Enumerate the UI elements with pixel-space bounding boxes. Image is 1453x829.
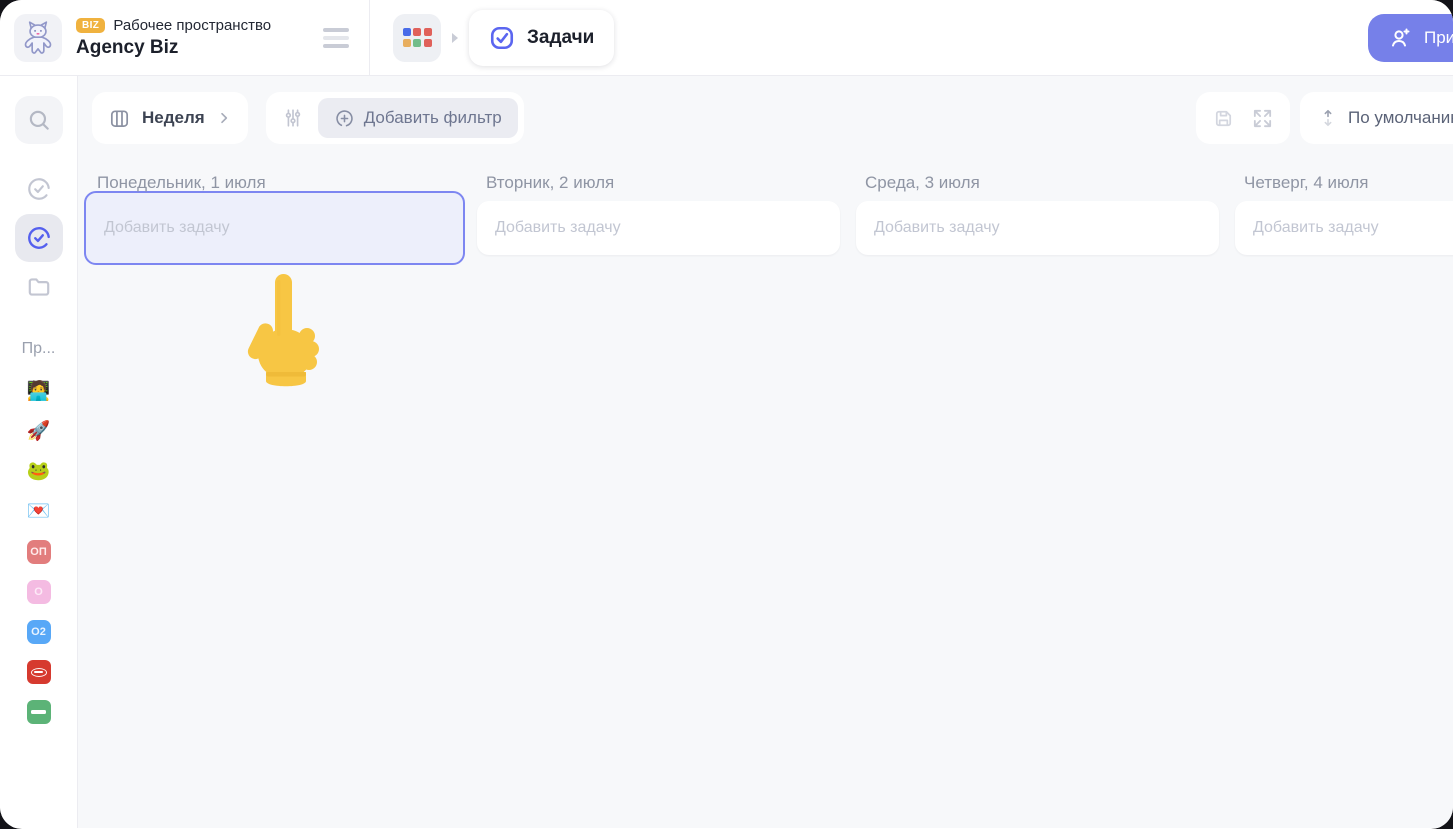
pointing-hand-emoji <box>247 274 319 387</box>
sidebar-item-my-tasks[interactable] <box>26 176 52 202</box>
add-task-placeholder: Добавить задачу <box>495 219 621 236</box>
plus-circle-icon <box>335 109 353 127</box>
person-plus-icon <box>1392 28 1410 47</box>
save-icon <box>1215 110 1232 126</box>
top-bar: BIZ Рабочее пространство Agency Biz Зада… <box>0 0 1453 76</box>
projects-section-label: Пр... <box>21 340 56 357</box>
week-columns: Понедельник, 1 июля Добавить задачу Втор… <box>78 144 1453 265</box>
week-board-area: Неделя Добавить фильтр По умолчанию Поне… <box>78 76 1453 828</box>
period-label: Неделя <box>142 108 205 127</box>
chevron-right-icon <box>220 112 227 124</box>
add-task-placeholder: Добавить задачу <box>874 219 1000 236</box>
invite-button-label: Пригласить <box>1424 28 1453 47</box>
day-column-title: Среда, 3 июля <box>865 173 980 192</box>
project-avatar-technologist-emoji[interactable]: 🧑‍💻 <box>27 380 51 404</box>
sidebar: Пр... 🧑‍💻 🚀 🐸 💌 ОП О О2 <box>0 76 78 828</box>
tab-tasks-label: Задачи <box>527 26 595 48</box>
project-avatar-o2[interactable]: О2 <box>26 620 51 644</box>
add-task-placeholder: Добавить задачу <box>1253 219 1379 236</box>
add-task-input-wednesday[interactable]: Добавить задачу <box>856 201 1219 255</box>
sort-arrows-icon <box>1324 109 1332 127</box>
workspace-switcher: BIZ Рабочее пространство Agency Biz <box>0 0 370 75</box>
folder-icon <box>28 278 49 296</box>
day-column-title: Понедельник, 1 июля <box>97 173 266 192</box>
search-icon <box>29 110 49 130</box>
project-avatar-envelope-emoji[interactable]: 💌 <box>27 500 51 524</box>
project-avatar-green-brand-logo[interactable] <box>26 700 51 724</box>
day-column-wednesday: Среда, 3 июля Добавить задачу <box>856 173 1219 255</box>
add-task-input-tuesday[interactable]: Добавить задачу <box>477 201 840 255</box>
add-filter-label: Добавить фильтр <box>363 108 502 127</box>
filter-group: Добавить фильтр <box>265 92 524 144</box>
workspace-menu-icon[interactable] <box>319 22 353 54</box>
board-toolbar: Неделя Добавить фильтр По умолчанию <box>78 92 1453 144</box>
add-task-placeholder: Добавить задачу <box>104 219 230 236</box>
check-circle-icon-active <box>27 227 50 249</box>
workspace-type-label: Рабочее пространство <box>113 16 272 34</box>
breadcrumb-caret-icon <box>452 32 458 43</box>
sidebar-item-tasks-active[interactable] <box>14 214 63 262</box>
check-circle-icon <box>27 178 50 200</box>
day-column-tuesday: Вторник, 2 июля Добавить задачу <box>477 173 840 255</box>
project-avatar-o[interactable]: О <box>26 580 51 604</box>
period-selector-button[interactable]: Неделя <box>92 92 248 144</box>
fullscreen-button[interactable] <box>1251 107 1274 130</box>
day-column-title: Вторник, 2 июля <box>486 173 615 192</box>
tab-tasks[interactable]: Задачи <box>469 9 615 66</box>
tab-bar: Задачи <box>370 9 615 66</box>
expand-icon <box>1253 109 1272 127</box>
sort-label: По умолчанию <box>1348 108 1453 127</box>
plan-badge: BIZ <box>76 17 106 33</box>
add-filter-button[interactable]: Добавить фильтр <box>317 98 518 138</box>
tasks-checkbox-icon <box>490 26 514 49</box>
cat-mascot-icon <box>24 20 52 54</box>
green-brand-logo-bar <box>31 710 46 714</box>
project-avatar-frog-emoji[interactable]: 🐸 <box>27 460 51 484</box>
workspace-name: Agency Biz <box>76 36 179 58</box>
day-column-title: Четверг, 4 июля <box>1244 173 1369 192</box>
search-button[interactable] <box>14 96 63 144</box>
invite-button[interactable]: Пригласить <box>1368 14 1453 62</box>
project-avatar-rocket-emoji[interactable]: 🚀 <box>27 420 51 444</box>
apps-grid-button[interactable] <box>393 13 441 62</box>
sidebar-item-projects[interactable] <box>26 274 52 300</box>
project-avatar-red-brand-logo[interactable] <box>26 660 51 684</box>
filter-settings-button[interactable] <box>278 98 308 138</box>
view-actions-group <box>1196 92 1290 144</box>
workspace-text: BIZ Рабочее пространство Agency Biz <box>76 17 271 59</box>
workspace-logo[interactable] <box>14 13 62 62</box>
day-column-monday: Понедельник, 1 июля Добавить задачу <box>84 173 465 265</box>
app-window: BIZ Рабочее пространство Agency Biz Зада… <box>0 0 1453 829</box>
day-column-thursday: Четверг, 4 июля Добавить задачу <box>1235 173 1453 255</box>
add-task-input-monday[interactable]: Добавить задачу <box>84 191 465 265</box>
add-task-input-thursday[interactable]: Добавить задачу <box>1235 201 1453 255</box>
week-view-icon <box>110 109 129 127</box>
sliders-icon <box>285 109 300 127</box>
project-avatar-op[interactable]: ОП <box>26 540 51 564</box>
red-brand-logo-oval <box>30 667 47 677</box>
save-view-button[interactable] <box>1212 107 1235 130</box>
apps-grid-icon <box>402 28 432 47</box>
sort-selector-button[interactable]: По умолчанию <box>1300 92 1453 144</box>
